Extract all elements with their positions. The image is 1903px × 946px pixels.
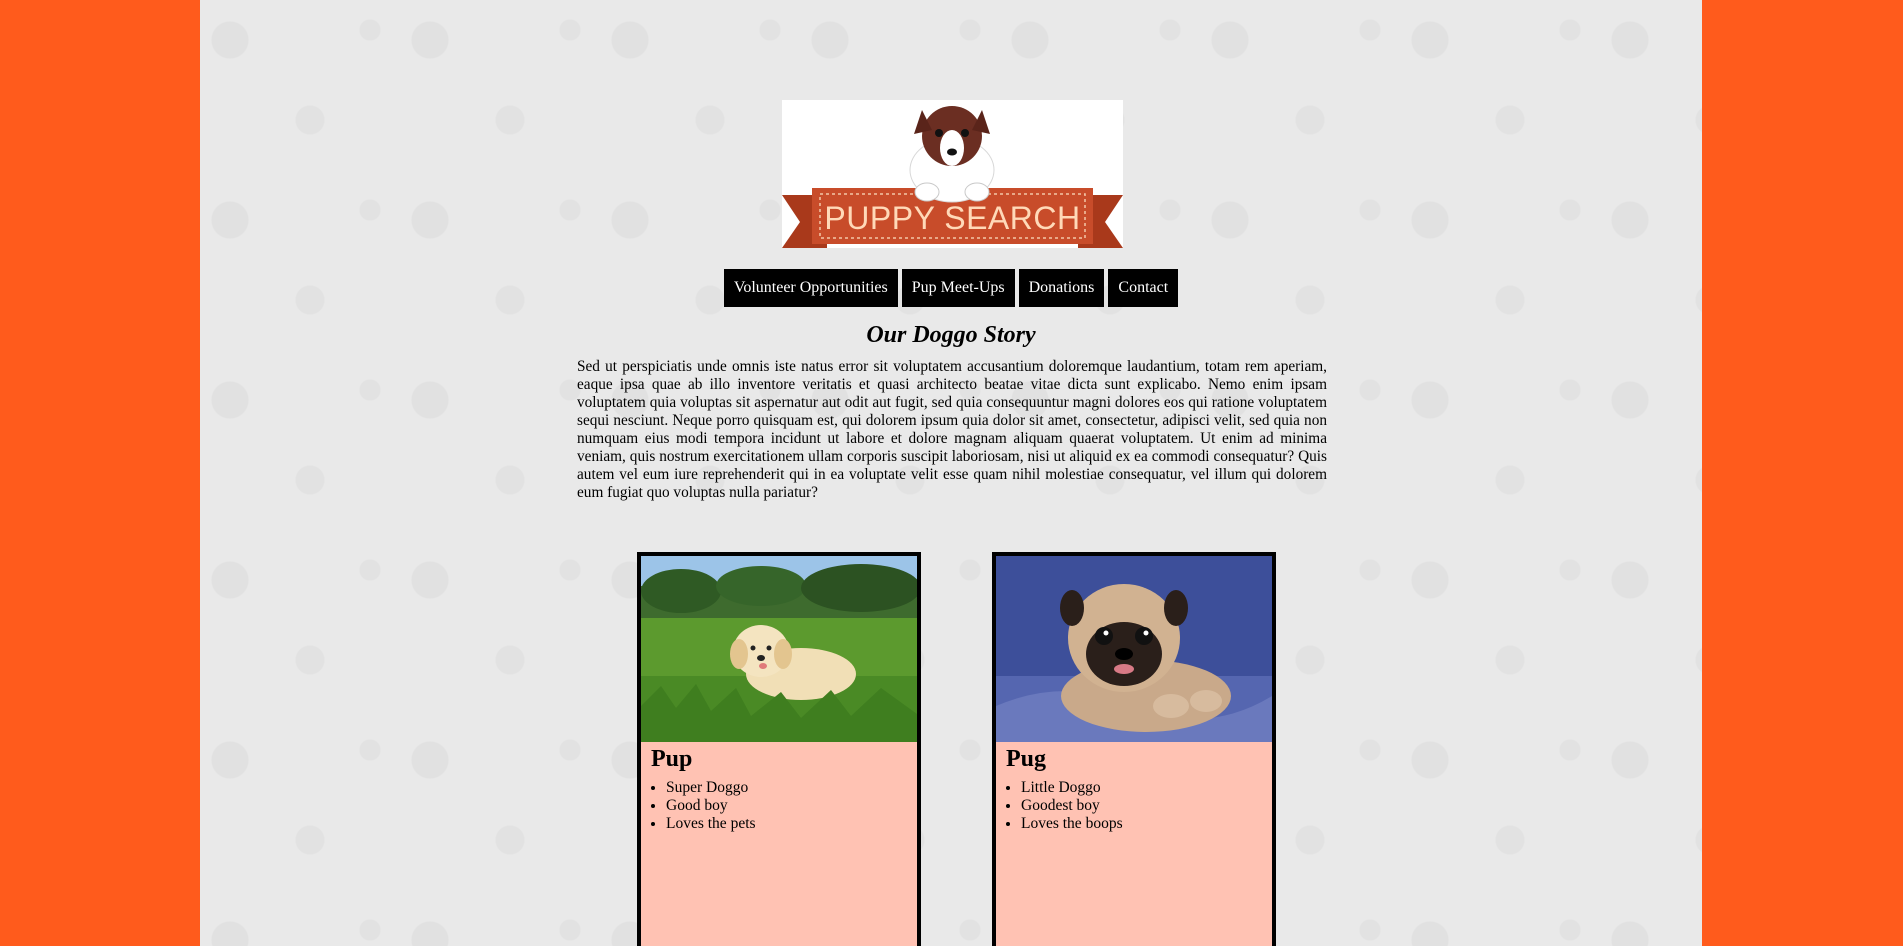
page-content: PUPPY SEARCH Volunteer Opportunities Pup… bbox=[200, 0, 1702, 946]
nav-contact[interactable]: Contact bbox=[1108, 269, 1179, 307]
pug-traits-list: Little Doggo Goodest boy Loves the boops bbox=[996, 779, 1272, 833]
nav-pup-meet-ups[interactable]: Pup Meet-Ups bbox=[901, 269, 1015, 307]
list-item: Good boy bbox=[666, 797, 917, 815]
list-item: Super Doggo bbox=[666, 779, 917, 797]
pup-traits-list: Super Doggo Good boy Loves the pets bbox=[641, 779, 917, 833]
pug-puppy-photo bbox=[996, 556, 1272, 742]
puppy-logo-icon: PUPPY SEARCH bbox=[782, 106, 1123, 248]
list-item: Loves the pets bbox=[666, 815, 917, 833]
list-item: Goodest boy bbox=[1021, 797, 1272, 815]
pup-card: Pup Super Doggo Good boy Loves the pets bbox=[637, 552, 921, 946]
pug-card: Pug Little Doggo Goodest boy Loves the b… bbox=[992, 552, 1276, 946]
story-paragraph: Sed ut perspiciatis unde omnis iste natu… bbox=[577, 358, 1327, 501]
list-item: Loves the boops bbox=[1021, 815, 1272, 833]
logo-text: PUPPY SEARCH bbox=[824, 200, 1080, 236]
card-title-pug: Pug bbox=[1006, 746, 1047, 772]
nav-volunteer-opportunities[interactable]: Volunteer Opportunities bbox=[723, 269, 898, 307]
list-item: Little Doggo bbox=[1021, 779, 1272, 797]
card-title-pup: Pup bbox=[651, 746, 693, 772]
nav-donations[interactable]: Donations bbox=[1018, 269, 1105, 307]
golden-retriever-puppy-photo bbox=[641, 556, 917, 742]
puppy-search-logo[interactable]: PUPPY SEARCH bbox=[782, 100, 1123, 248]
main-nav: Volunteer Opportunities Pup Meet-Ups Don… bbox=[200, 269, 1702, 307]
story-title: Our Doggo Story bbox=[866, 322, 1036, 348]
